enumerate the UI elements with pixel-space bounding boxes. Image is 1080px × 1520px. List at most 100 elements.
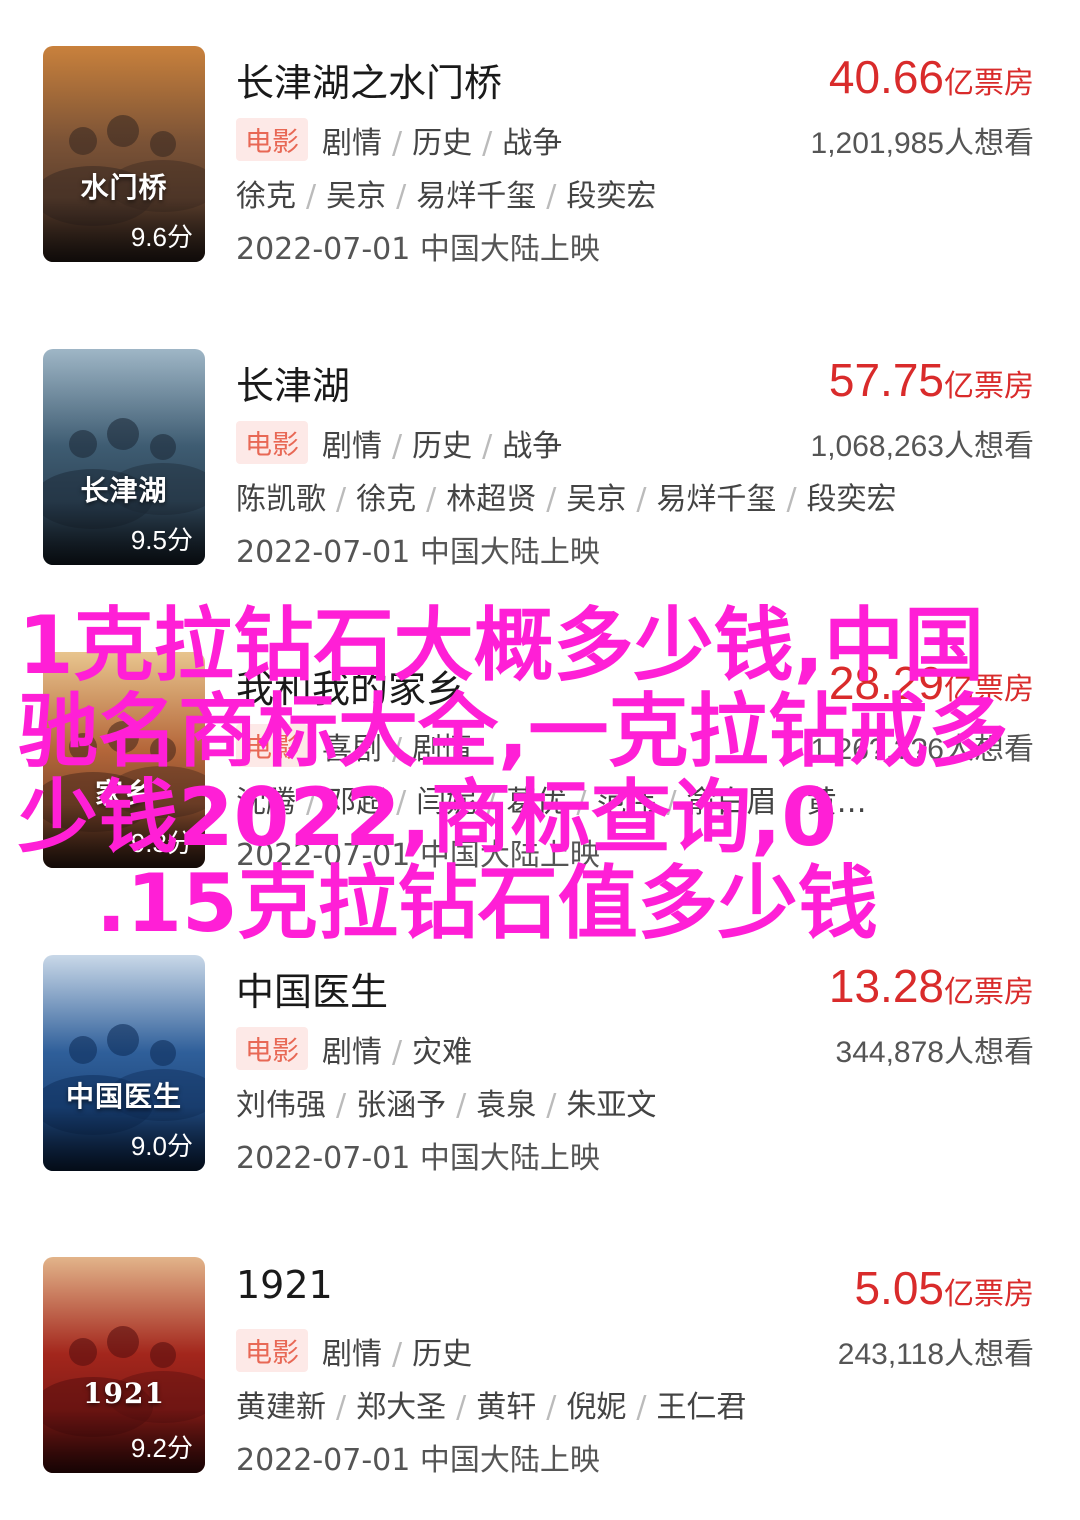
want-count: 344,878人想看 (835, 1036, 1034, 1069)
cast-row: 陈凯歌 / 徐克 / 林超贤 / 吴京 / 易烊千玺 / 段奕宏 (236, 474, 1036, 518)
box-office-unit: 亿票房 (944, 672, 1034, 707)
genre-row: 电影 喜剧 / 剧情 (236, 724, 472, 768)
separator: / (546, 1390, 557, 1425)
poster-title-art: 长津湖 (80, 474, 168, 507)
box-office: 13.28亿票房 (829, 959, 1034, 1013)
genre: 灾难 (412, 1035, 473, 1070)
movie-poster[interactable]: 1921 9.2分 (43, 1257, 205, 1473)
separator: / (456, 1088, 467, 1123)
movie-tag-badge: 电影 (236, 1027, 308, 1070)
movie-card[interactable]: 中国医生 9.0分 中国医生 13.28亿票房电影 剧情 / 灾难 344,878人想看刘伟强… (0, 955, 1080, 1176)
movie-poster[interactable]: 水门桥 9.6分 (43, 46, 205, 262)
movie-title[interactable]: 长津湖 (236, 355, 350, 410)
rating-score: 9.2分 (130, 1433, 193, 1463)
separator: / (392, 732, 403, 767)
separator: / (392, 126, 403, 161)
cast-member: 张涵予 (356, 1088, 447, 1123)
separator: / (336, 482, 347, 517)
cast-member: 徐克 (236, 179, 296, 214)
genre: 战争 (502, 429, 563, 464)
cast-member: 陈凯歌 (236, 482, 326, 517)
separator: / (546, 1088, 557, 1123)
genre: 喜剧 (322, 732, 382, 767)
separator: / (426, 482, 437, 517)
movie-card[interactable]: 1921 9.2分 1921 5.05亿票房 电影 剧情 / 历史 243,118人想看 黄建新 /… (0, 1257, 1080, 1478)
cast-member: 倪妮 (566, 1390, 627, 1425)
cast-member: 郑大圣 (356, 1390, 447, 1425)
genre-row: 电影 剧情 / 灾难 (236, 1027, 472, 1071)
separator: / (392, 429, 403, 464)
release-info: 2022-07-01 中国大陆上映 (236, 838, 600, 873)
genre: 历史 (412, 1337, 473, 1372)
genre: 历史 (412, 429, 473, 464)
genre-row: 电影 剧情 / 历史 / 战争 (236, 421, 562, 465)
cast-member: 沈腾 (236, 785, 296, 820)
separator: / (456, 1390, 467, 1425)
movie-card[interactable]: 家乡 9.3分 我和我的家乡 28.29亿票房 电影 喜剧 / 剧情 1,26?,??6人想看沈… (0, 652, 1080, 873)
poster-title-art: 水门桥 (80, 171, 168, 204)
movie-title[interactable]: 我和我的家乡 (236, 658, 464, 713)
movie-title[interactable]: 中国医生 (236, 961, 388, 1016)
cast-member: 徐克 (356, 482, 417, 517)
cast-member: 范伟 (596, 785, 657, 820)
cast-member: 袁泉 (476, 1088, 537, 1123)
cast-row: 徐克 / 吴京 / 易烊千玺 / 段奕宏 (236, 171, 1036, 215)
separator: / (336, 1390, 347, 1425)
cast-member: 林超贤 (446, 482, 537, 517)
cast-row: 沈腾 / 邓超 / 闫妮 / 葛优 / 范伟 / 俞白眉 / 黄… (236, 777, 1036, 821)
rating-score: 9.6分 (130, 222, 193, 252)
cast-member: 黄轩 (476, 1390, 537, 1425)
cast-member: 闫妮 (416, 785, 477, 820)
movie-title[interactable]: 1921 (236, 1263, 333, 1307)
cast-member: 吴京 (326, 179, 387, 214)
cast-member: 易烊千玺 (416, 179, 537, 214)
want-count: 1,26?,??6人想看 (810, 733, 1034, 766)
separator: / (482, 126, 493, 161)
movie-tag-badge: 电影 (236, 421, 308, 464)
movie-card[interactable]: 水门桥 9.6分 长津湖之水门桥 40.66亿票房 电影 剧情 / 历史 / 战争 1,201,98… (0, 46, 1080, 267)
box-office-value: 40.66 (828, 51, 944, 103)
separator: / (392, 1337, 403, 1372)
separator: / (666, 785, 677, 820)
box-office-value: 57.75 (828, 354, 944, 406)
genre: 剧情 (322, 429, 382, 464)
box-office-value: 28.29 (828, 657, 944, 709)
separator: / (546, 179, 557, 214)
separator: / (306, 179, 317, 214)
cast-member: 黄建新 (236, 1390, 326, 1425)
movie-card[interactable]: 长津湖 9.5分 长津湖 57.75亿票房 电影 剧情 / 历史 / 战争 1,068,263人想看… (0, 349, 1080, 570)
separator: / (636, 482, 647, 517)
separator: / (576, 785, 587, 820)
movie-poster[interactable]: 中国医生 9.0分 (43, 955, 205, 1171)
box-office: 5.05亿票房 (854, 1261, 1034, 1315)
movie-tag-badge: 电影 (236, 1329, 308, 1372)
box-office-unit: 亿票房 (944, 975, 1034, 1010)
cast-row: 刘伟强 / 张涵予 / 袁泉 / 朱亚文 (236, 1080, 1036, 1124)
cast-member: 邓超 (326, 785, 387, 820)
want-count: 1,068,263人想看 (810, 430, 1034, 463)
separator: / (396, 179, 407, 214)
genre: 剧情 (412, 732, 473, 767)
genre: 剧情 (322, 1035, 382, 1070)
movie-poster[interactable]: 家乡 9.3分 (43, 652, 205, 868)
release-info: 2022-07-01 中国大陆上映 (236, 1443, 600, 1478)
movie-poster[interactable]: 长津湖 9.5分 (43, 349, 205, 565)
box-office-unit: 亿票房 (944, 1277, 1034, 1312)
release-info: 2022-07-01 中国大陆上映 (236, 232, 600, 267)
rating-score: 9.0分 (130, 1131, 193, 1161)
cast-member: 段奕宏 (566, 179, 657, 214)
separator: / (392, 1035, 403, 1070)
cast-member: 刘伟强 (236, 1088, 326, 1123)
separator: / (336, 1088, 347, 1123)
cast-member: 朱亚文 (566, 1088, 657, 1123)
separator: / (306, 785, 317, 820)
cast-member: 俞白眉 (686, 785, 777, 820)
genre: 剧情 (322, 1337, 382, 1372)
separator: / (482, 429, 493, 464)
genre: 战争 (502, 126, 563, 161)
separator: / (636, 1390, 647, 1425)
movie-tag-badge: 电影 (236, 724, 308, 767)
movie-title[interactable]: 长津湖之水门桥 (236, 52, 502, 107)
release-info: 2022-07-01 中国大陆上映 (236, 1141, 600, 1176)
rating-score: 9.3分 (130, 828, 193, 858)
